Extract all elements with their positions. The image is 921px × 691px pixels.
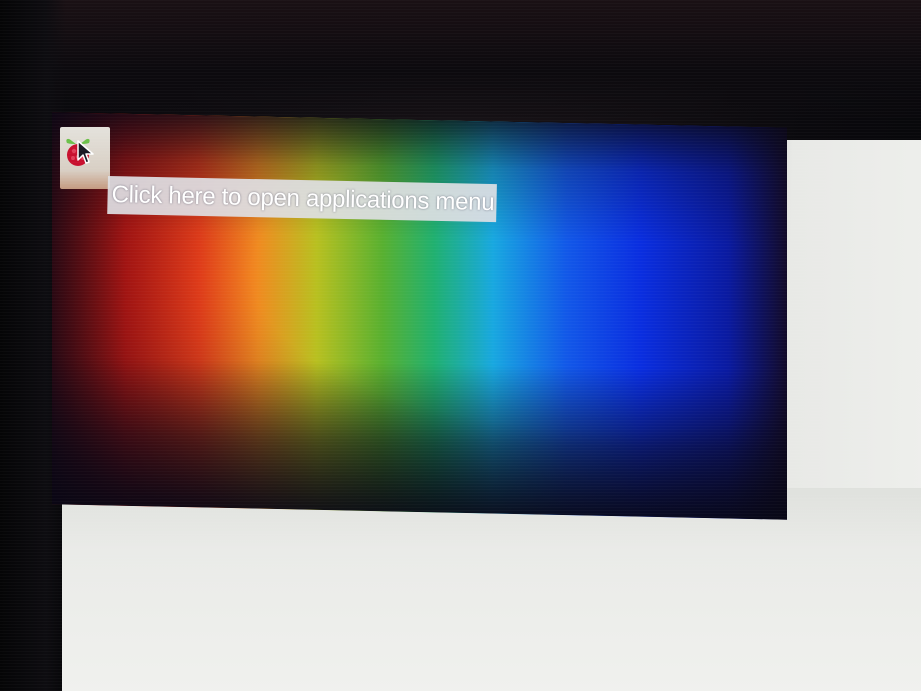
rainbow-test-pattern-window (52, 112, 787, 520)
monitor-top-bezel (0, 0, 921, 118)
mouse-pointer-icon (77, 140, 95, 171)
photo-of-monitor: Click here to open applications menu (0, 0, 921, 691)
applications-menu-tooltip: Click here to open applications menu (107, 176, 497, 223)
white-desktop-area-bottom (62, 488, 921, 691)
